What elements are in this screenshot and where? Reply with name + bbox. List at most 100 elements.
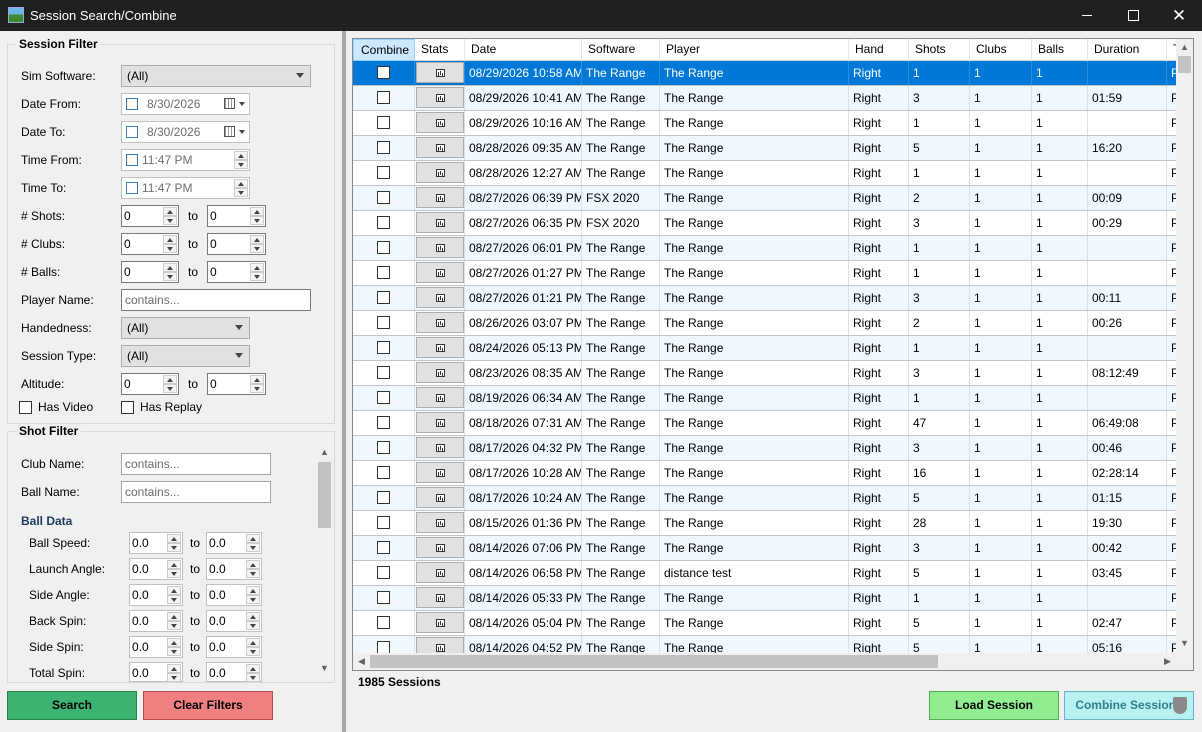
time-from-checkbox[interactable] [126, 154, 138, 166]
combine-checkbox[interactable] [377, 591, 390, 604]
stats-button[interactable] [416, 562, 464, 583]
shots-to-stepper[interactable]: 0 [207, 205, 266, 227]
table-row[interactable]: 08/17/2026 10:28 AM The Range The Range Rig… [353, 461, 1176, 486]
column-header-software[interactable]: Software [582, 39, 660, 61]
stats-button[interactable] [416, 87, 464, 108]
has-video-checkbox[interactable] [19, 401, 32, 414]
table-row[interactable]: 08/26/2026 03:07 PM The Range The Range Rig… [353, 311, 1176, 336]
table-row[interactable]: 08/29/2026 10:16 AM The Range The Range Rig… [353, 111, 1176, 136]
combine-checkbox[interactable] [377, 341, 390, 354]
clubs-to-stepper[interactable]: 0 [207, 233, 266, 255]
grid-horizontal-scrollbar[interactable]: ◀ ▶ [353, 653, 1176, 670]
stats-button[interactable] [416, 162, 464, 183]
total-spin-to-stepper[interactable]: 0.0 [206, 662, 262, 682]
ball-speed-to-stepper[interactable]: 0.0 [206, 532, 262, 554]
date-from-checkbox[interactable] [126, 98, 138, 110]
clear-filters-button[interactable]: Clear Filters [143, 691, 273, 720]
combine-checkbox[interactable] [377, 166, 390, 179]
stats-button[interactable] [416, 312, 464, 333]
table-row[interactable]: 08/29/2026 10:58 AM The Range The Range Rig… [353, 61, 1176, 86]
column-header-clubs[interactable]: Clubs [970, 39, 1032, 61]
combine-checkbox[interactable] [377, 491, 390, 504]
combine-checkbox[interactable] [377, 566, 390, 579]
date-to-checkbox[interactable] [126, 126, 138, 138]
stats-button[interactable] [416, 212, 464, 233]
search-button[interactable]: Search [7, 691, 137, 720]
calendar-icon[interactable] [224, 125, 246, 139]
table-row[interactable]: 08/28/2026 12:27 AM The Range The Range Rig… [353, 161, 1176, 186]
minimize-button[interactable] [1064, 0, 1110, 31]
stats-button[interactable] [416, 612, 464, 633]
side-angle-from-stepper[interactable]: 0.0 [129, 584, 183, 606]
column-header-shots[interactable]: Shots [909, 39, 970, 61]
player-name-input[interactable]: contains... [121, 289, 311, 311]
total-spin-from-stepper[interactable]: 0.0 [129, 662, 183, 682]
shots-from-stepper[interactable]: 0 [121, 205, 179, 227]
scroll-up-icon[interactable]: ▲ [320, 448, 329, 457]
stats-button[interactable] [416, 262, 464, 283]
stats-button[interactable] [416, 337, 464, 358]
club-name-input[interactable]: contains... [121, 453, 271, 475]
stats-button[interactable] [416, 62, 464, 83]
column-header-combine[interactable]: Combine [353, 39, 415, 61]
combine-checkbox[interactable] [377, 541, 390, 554]
sim-software-select[interactable]: (All) [121, 65, 311, 87]
stats-button[interactable] [416, 362, 464, 383]
stats-button[interactable] [416, 487, 464, 508]
time-to-picker[interactable]: 11:47 PM [121, 177, 250, 199]
table-row[interactable]: 08/27/2026 06:01 PM The Range The Range Rig… [353, 236, 1176, 261]
combine-checkbox[interactable] [377, 516, 390, 529]
launch-angle-from-stepper[interactable]: 0.0 [129, 558, 183, 580]
ball-name-input[interactable]: contains... [121, 481, 271, 503]
table-row[interactable]: 08/27/2026 01:21 PM The Range The Range Rig… [353, 286, 1176, 311]
combine-checkbox[interactable] [377, 66, 390, 79]
panel-splitter[interactable] [342, 31, 346, 732]
column-header-balls[interactable]: Balls [1032, 39, 1088, 61]
balls-from-stepper[interactable]: 0 [121, 261, 179, 283]
date-from-picker[interactable]: 8/30/2026 [121, 93, 250, 115]
table-row[interactable]: 08/18/2026 07:31 AM The Range The Range Rig… [353, 411, 1176, 436]
combine-checkbox[interactable] [377, 641, 390, 653]
combine-checkbox[interactable] [377, 441, 390, 454]
scroll-right-icon[interactable]: ▶ [1163, 657, 1172, 666]
stats-button[interactable] [416, 587, 464, 608]
combine-checkbox[interactable] [377, 116, 390, 129]
back-spin-from-stepper[interactable]: 0.0 [129, 610, 183, 632]
scroll-down-icon[interactable]: ▼ [1180, 639, 1189, 648]
has-replay-checkbox[interactable] [121, 401, 134, 414]
session-type-select[interactable]: (All) [121, 345, 250, 367]
date-to-picker[interactable]: 8/30/2026 [121, 121, 250, 143]
calendar-icon[interactable] [224, 97, 246, 111]
back-spin-to-stepper[interactable]: 0.0 [206, 610, 262, 632]
stats-button[interactable] [416, 412, 464, 433]
combine-checkbox[interactable] [377, 316, 390, 329]
table-row[interactable]: 08/19/2026 06:34 AM The Range The Range Rig… [353, 386, 1176, 411]
balls-to-stepper[interactable]: 0 [207, 261, 266, 283]
combine-checkbox[interactable] [377, 141, 390, 154]
combine-checkbox[interactable] [377, 291, 390, 304]
table-row[interactable]: 08/27/2026 06:39 PM FSX 2020 The Range Righ… [353, 186, 1176, 211]
column-header-date[interactable]: Date [465, 39, 582, 61]
close-button[interactable]: ✕ [1156, 0, 1202, 31]
stats-button[interactable] [416, 537, 464, 558]
combine-checkbox[interactable] [377, 191, 390, 204]
stats-button[interactable] [416, 437, 464, 458]
column-header-stats[interactable]: Stats [415, 39, 465, 61]
side-angle-to-stepper[interactable]: 0.0 [206, 584, 262, 606]
time-from-spinner[interactable] [234, 151, 248, 169]
shot-filter-scrollbar[interactable]: ▲ ▼ [316, 445, 333, 676]
combine-checkbox[interactable] [377, 466, 390, 479]
stats-button[interactable] [416, 237, 464, 258]
table-row[interactable]: 08/24/2026 05:13 PM The Range The Range Rig… [353, 336, 1176, 361]
side-spin-to-stepper[interactable]: 0.0 [206, 636, 262, 658]
stats-button[interactable] [416, 112, 464, 133]
stats-button[interactable] [416, 512, 464, 533]
table-row[interactable]: 08/14/2026 06:58 PM The Range distance tes… [353, 561, 1176, 586]
table-row[interactable]: 08/14/2026 05:04 PM The Range The Range Rig… [353, 611, 1176, 636]
table-row[interactable]: 08/14/2026 05:33 PM The Range The Range Rig… [353, 586, 1176, 611]
combine-checkbox[interactable] [377, 616, 390, 629]
grid-vertical-scrollbar[interactable]: ▲ ▼ [1176, 39, 1193, 653]
scroll-left-icon[interactable]: ◀ [357, 657, 366, 666]
table-row[interactable]: 08/27/2026 01:27 PM The Range The Range Rig… [353, 261, 1176, 286]
combine-checkbox[interactable] [377, 366, 390, 379]
